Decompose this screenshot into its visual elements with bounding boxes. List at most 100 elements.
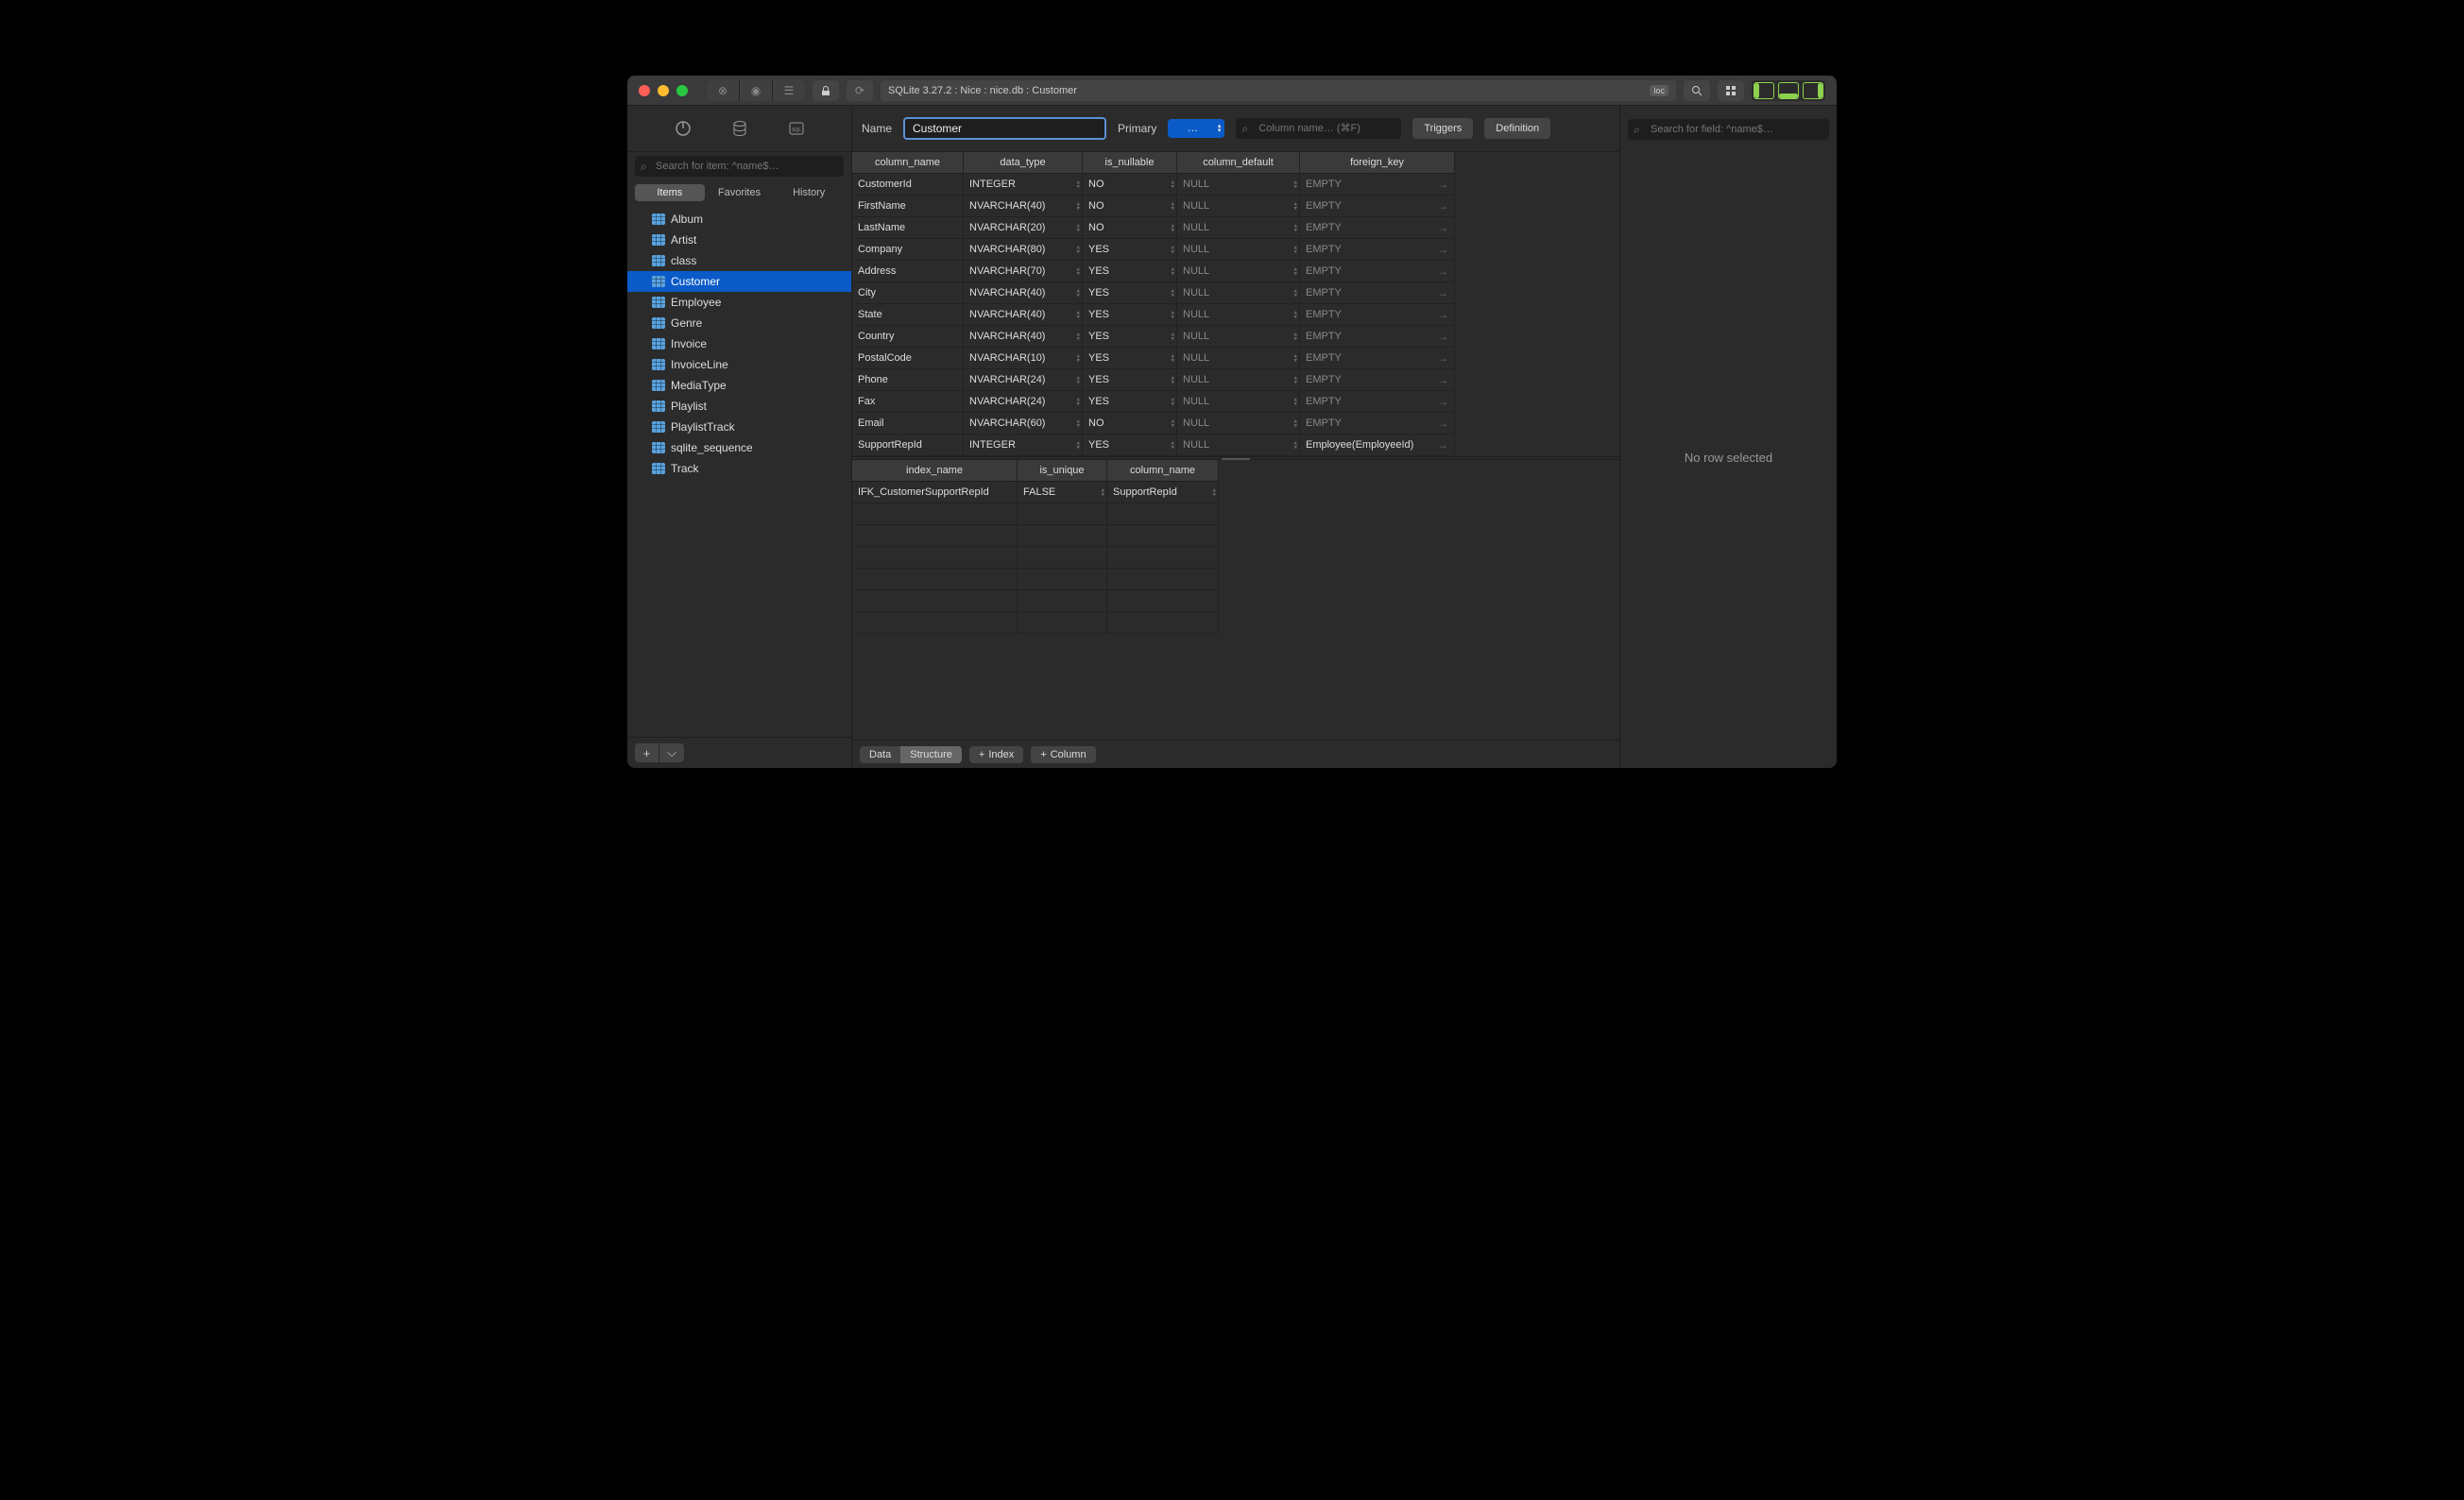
stepper-icon[interactable]: ▴▾ [1076,332,1080,342]
sidebar-item-invoice[interactable]: Invoice [627,333,851,354]
col-nullable[interactable]: NO▴▾ [1083,174,1177,196]
stepper-icon[interactable]: ▴▾ [1293,332,1297,342]
stepper-icon[interactable]: ▴▾ [1293,353,1297,364]
col-name[interactable]: Phone [852,369,964,391]
stepper-icon[interactable]: ▴▾ [1293,245,1297,255]
sidebar-item-invoiceline[interactable]: InvoiceLine [627,354,851,375]
col-default[interactable]: NULL▴▾ [1177,435,1300,456]
col-type[interactable]: INTEGER▴▾ [964,174,1083,196]
sidebar-item-artist[interactable]: Artist [627,230,851,250]
column-header-null[interactable]: is_nullable [1083,152,1177,174]
col-nullable[interactable]: YES▴▾ [1083,261,1177,282]
stepper-icon[interactable]: ▴▾ [1171,397,1174,407]
col-type[interactable]: NVARCHAR(40)▴▾ [964,282,1083,304]
col-foreign-key[interactable]: EMPTY→ [1300,304,1455,326]
col-default[interactable]: NULL▴▾ [1177,348,1300,369]
col-name[interactable]: CustomerId [852,174,964,196]
stepper-icon[interactable]: ▴▾ [1293,266,1297,277]
table-name-input[interactable] [903,117,1106,140]
arrow-icon[interactable]: → [1437,308,1448,321]
col-type[interactable]: INTEGER▴▾ [964,435,1083,456]
col-type[interactable]: NVARCHAR(70)▴▾ [964,261,1083,282]
address-bar[interactable]: SQLite 3.27.2 : Nice : nice.db : Custome… [881,80,1676,101]
col-nullable[interactable]: YES▴▾ [1083,282,1177,304]
stepper-icon[interactable]: ▴▾ [1171,418,1174,429]
arrow-icon[interactable]: → [1437,438,1448,452]
arrow-icon[interactable]: → [1437,178,1448,191]
stepper-icon[interactable]: ▴▾ [1293,179,1297,190]
sql-icon[interactable]: SQL [787,119,806,138]
stepper-icon[interactable]: ▴▾ [1076,266,1080,277]
col-nullable[interactable]: YES▴▾ [1083,239,1177,261]
col-nullable[interactable]: NO▴▾ [1083,196,1177,217]
col-name[interactable]: LastName [852,217,964,239]
col-default[interactable]: NULL▴▾ [1177,239,1300,261]
stepper-icon[interactable]: ▴▾ [1076,440,1080,451]
lock-button[interactable] [813,80,839,101]
column-header-name[interactable]: column_name [852,152,964,174]
col-nullable[interactable]: NO▴▾ [1083,413,1177,435]
column-header-fk[interactable]: foreign_key [1300,152,1455,174]
primary-key-selector[interactable]: … ▴▾ [1168,119,1224,138]
arrow-icon[interactable]: → [1437,395,1448,408]
sidebar-search-input[interactable] [635,156,844,177]
sidebar-item-playlisttrack[interactable]: PlaylistTrack [627,417,851,437]
stepper-icon[interactable]: ▴▾ [1293,201,1297,212]
col-foreign-key[interactable]: EMPTY→ [1300,282,1455,304]
arrow-icon[interactable]: → [1437,373,1448,386]
view-structure-button[interactable]: Structure [900,746,962,763]
stepper-icon[interactable]: ▴▾ [1076,223,1080,233]
arrow-icon[interactable]: → [1437,286,1448,299]
stepper-icon[interactable]: ▴▾ [1171,375,1174,385]
index-header-name[interactable]: index_name [852,460,1018,482]
col-foreign-key[interactable]: EMPTY→ [1300,174,1455,196]
stepper-icon[interactable]: ▴▾ [1101,487,1104,498]
reload-button[interactable]: ⟳ [847,80,873,101]
col-foreign-key[interactable]: Employee(EmployeeId)→ [1300,435,1455,456]
col-default[interactable]: NULL▴▾ [1177,174,1300,196]
col-foreign-key[interactable]: EMPTY→ [1300,413,1455,435]
stepper-icon[interactable]: ▴▾ [1076,245,1080,255]
search-button[interactable] [1684,80,1710,101]
idx-unique[interactable]: FALSE▴▾ [1018,482,1107,503]
index-header-uniq[interactable]: is_unique [1018,460,1107,482]
col-default[interactable]: NULL▴▾ [1177,304,1300,326]
col-name[interactable]: Email [852,413,964,435]
stepper-icon[interactable]: ▴▾ [1171,245,1174,255]
col-type[interactable]: NVARCHAR(60)▴▾ [964,413,1083,435]
col-type[interactable]: NVARCHAR(80)▴▾ [964,239,1083,261]
col-type[interactable]: NVARCHAR(24)▴▾ [964,391,1083,413]
col-foreign-key[interactable]: EMPTY→ [1300,196,1455,217]
layout-right-button[interactable] [1803,82,1823,99]
col-name[interactable]: Address [852,261,964,282]
col-default[interactable]: NULL▴▾ [1177,326,1300,348]
stepper-icon[interactable]: ▴▾ [1076,179,1080,190]
col-foreign-key[interactable]: EMPTY→ [1300,348,1455,369]
minimize-window-button[interactable] [658,85,669,96]
sidebar-item-customer[interactable]: Customer [627,271,851,292]
col-name[interactable]: FirstName [852,196,964,217]
sidebar-item-class[interactable]: class [627,250,851,271]
col-default[interactable]: NULL▴▾ [1177,217,1300,239]
sidebar-item-genre[interactable]: Genre [627,313,851,333]
sidebar-item-employee[interactable]: Employee [627,292,851,313]
col-foreign-key[interactable]: EMPTY→ [1300,261,1455,282]
sidebar-item-album[interactable]: Album [627,209,851,230]
col-name[interactable]: PostalCode [852,348,964,369]
inspector-search-input[interactable] [1628,119,1829,140]
stepper-icon[interactable]: ▴▾ [1171,332,1174,342]
stepper-icon[interactable]: ▴▾ [1212,487,1216,498]
col-type[interactable]: NVARCHAR(40)▴▾ [964,304,1083,326]
arrow-icon[interactable]: → [1437,417,1448,430]
col-type[interactable]: NVARCHAR(10)▴▾ [964,348,1083,369]
sidebar-item-mediatype[interactable]: MediaType [627,375,851,396]
arrow-icon[interactable]: → [1437,221,1448,234]
add-column-button[interactable]: + Column [1031,746,1095,763]
stepper-icon[interactable]: ▴▾ [1076,310,1080,320]
stepper-icon[interactable]: ▴▾ [1171,288,1174,298]
idx-name[interactable]: IFK_CustomerSupportRepId [852,482,1018,503]
col-foreign-key[interactable]: EMPTY→ [1300,217,1455,239]
column-search-input[interactable] [1236,118,1401,139]
zoom-window-button[interactable] [676,85,688,96]
col-nullable[interactable]: YES▴▾ [1083,391,1177,413]
